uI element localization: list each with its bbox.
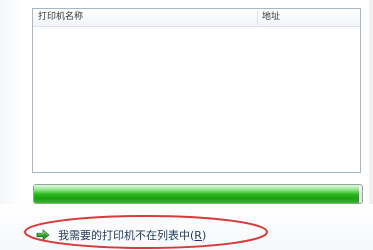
link-text-prefix: 我需要的打印机不在列表中( <box>58 229 195 242</box>
list-header: 打印机名称 地址 <box>33 9 360 27</box>
printer-not-listed-link[interactable]: 我需要的打印机不在列表中(R) <box>36 226 206 244</box>
column-header-address[interactable]: 地址 <box>262 9 357 26</box>
add-printer-dialog-body: 打印机名称 地址 我需要的打印机不在列表中(R) <box>0 0 373 250</box>
column-header-printer-name[interactable]: 打印机名称 <box>38 9 256 26</box>
progress-gloss <box>34 185 362 194</box>
printer-not-listed-text[interactable]: 我需要的打印机不在列表中(R) <box>58 227 206 243</box>
search-progress-bar <box>33 184 363 204</box>
green-arrow-icon <box>36 229 50 241</box>
link-accelerator-key: R <box>194 229 202 242</box>
column-divider[interactable] <box>257 11 258 25</box>
printer-list[interactable]: 打印机名称 地址 <box>32 8 361 173</box>
link-text-suffix: ) <box>201 229 207 242</box>
